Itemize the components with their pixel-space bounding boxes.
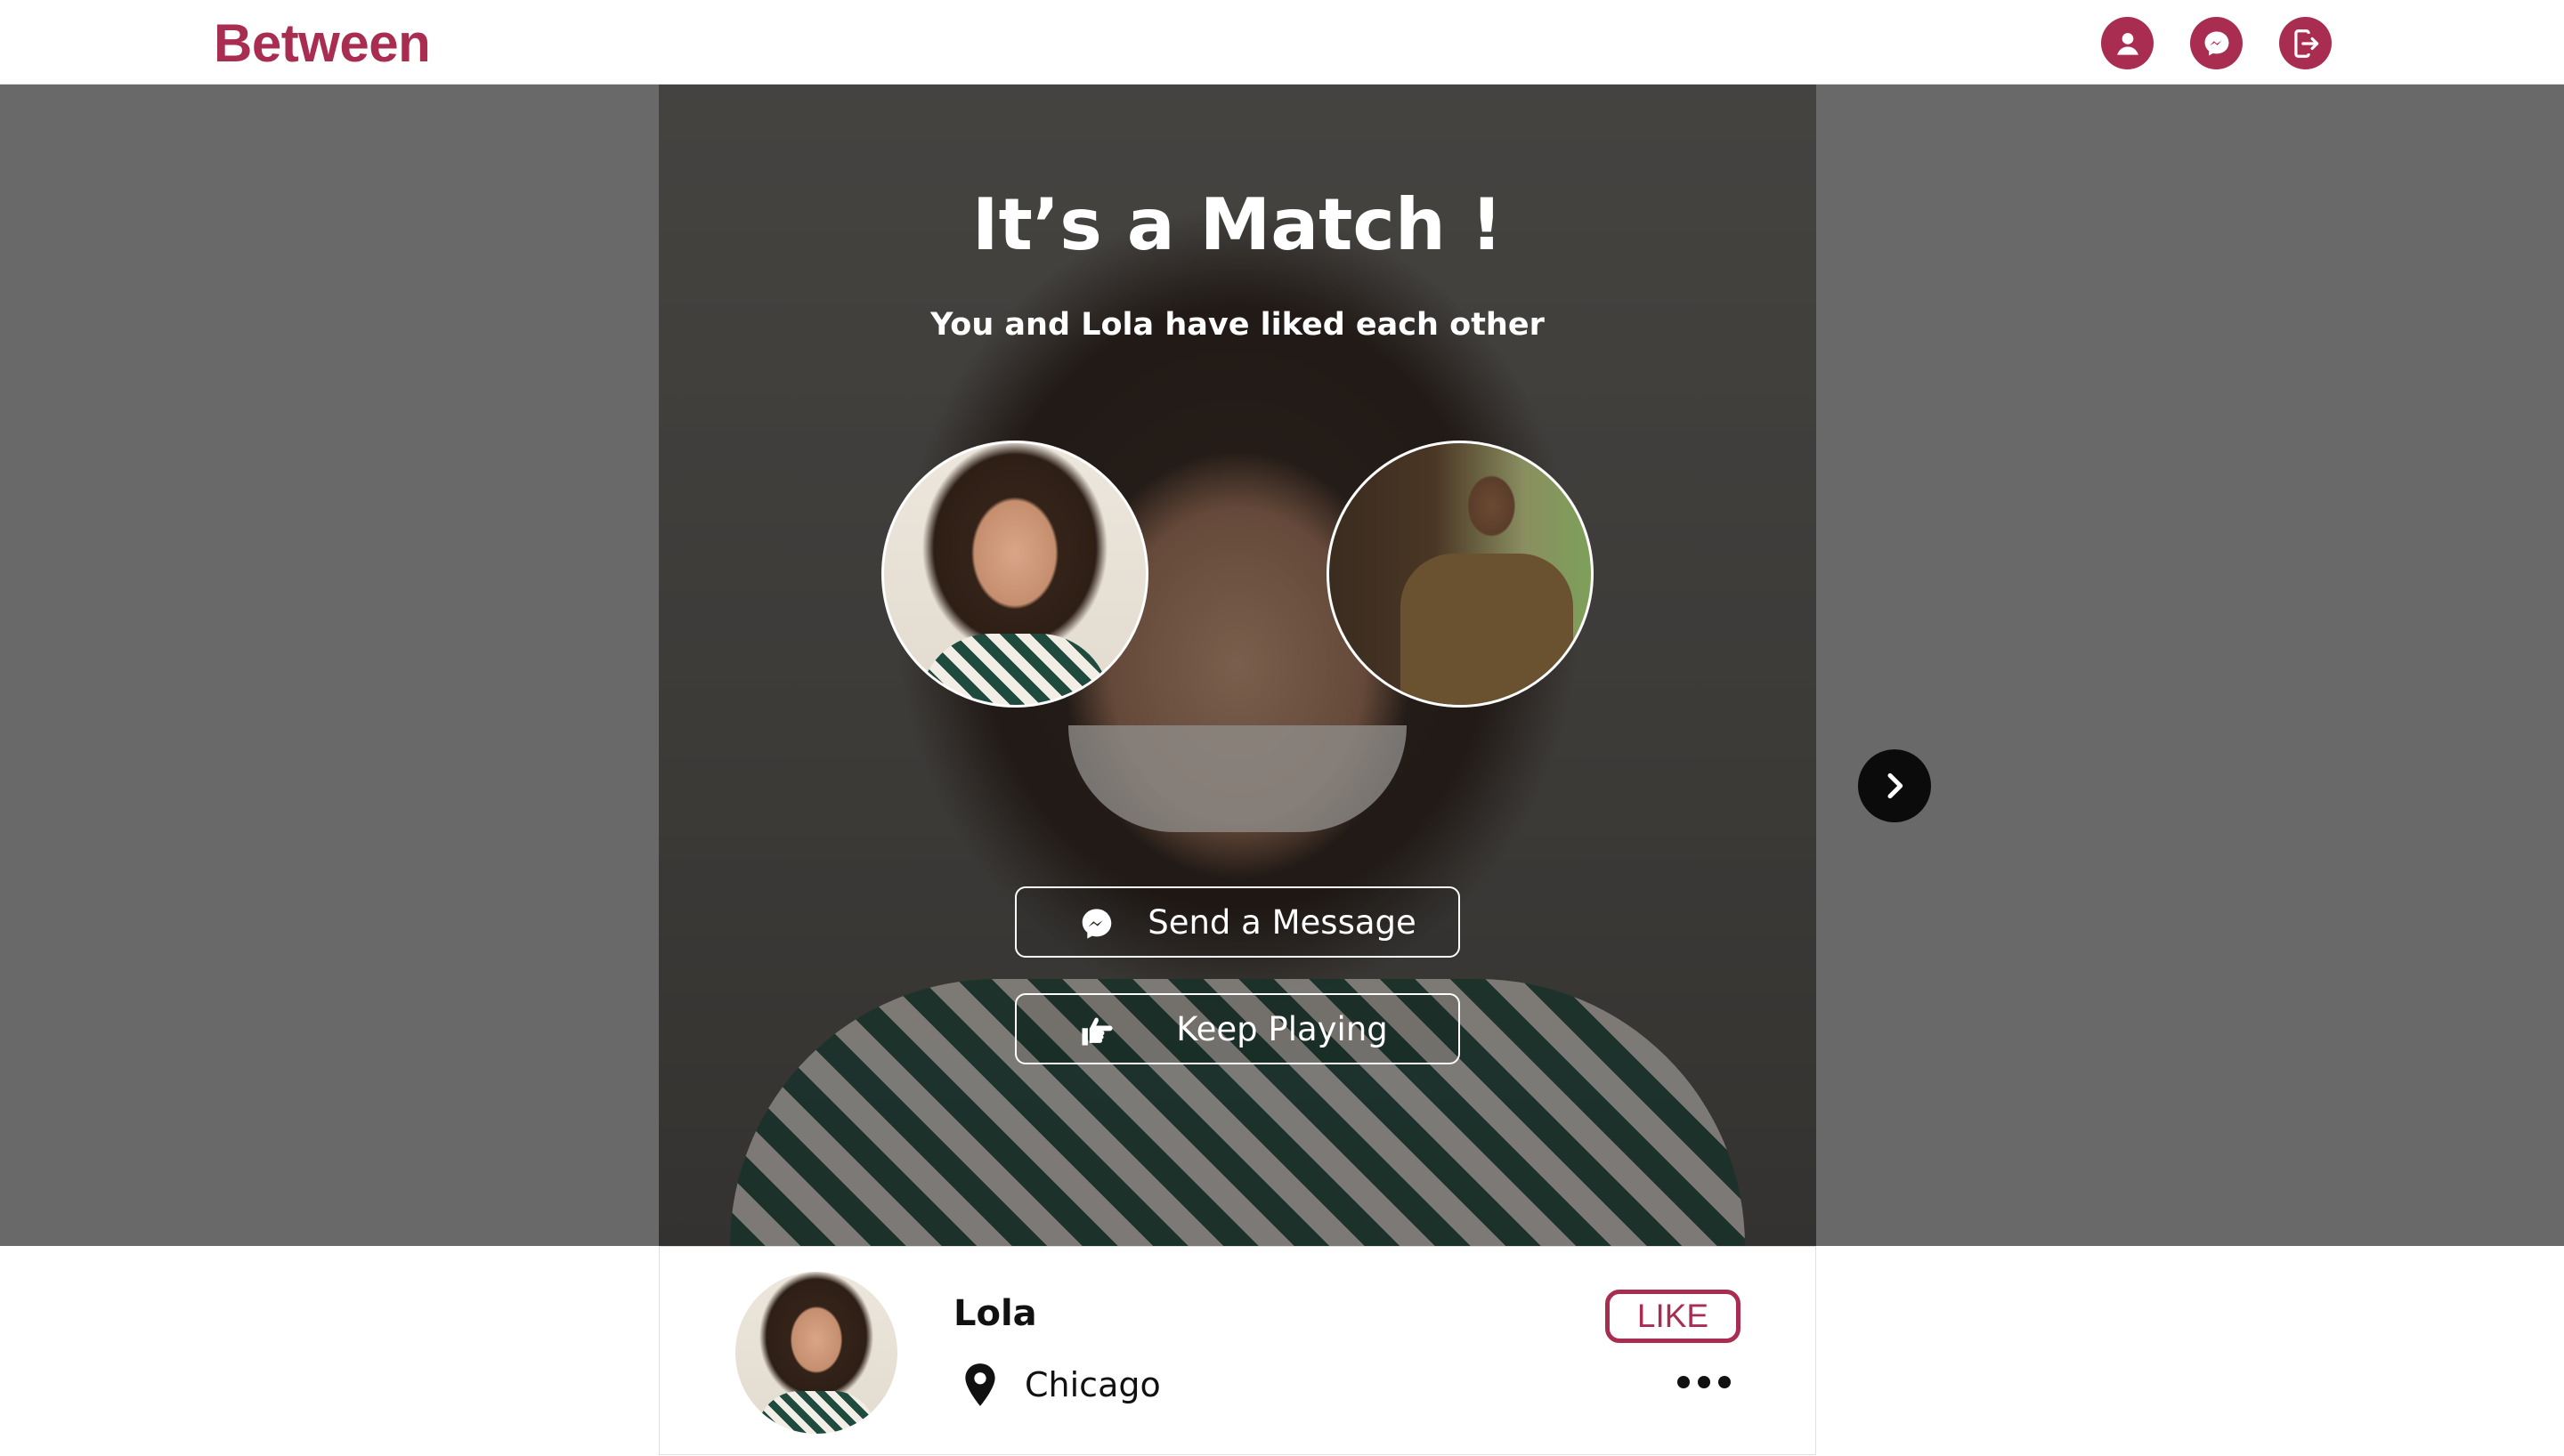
logout-button[interactable]	[2279, 17, 2332, 69]
messages-button[interactable]	[2190, 17, 2243, 69]
more-horizontal-icon	[1677, 1376, 1690, 1388]
chevron-right-icon	[1887, 772, 1903, 799]
profile-location: Chicago	[1025, 1365, 1161, 1404]
top-navbar: Between	[0, 0, 2564, 85]
user-icon	[2116, 32, 2138, 55]
profile-name: Lola	[953, 1293, 1037, 1334]
match-avatar-user	[1327, 441, 1594, 708]
profile-info-card: Lola Chicago LIKE	[659, 1246, 1816, 1455]
logout-icon	[2293, 28, 2318, 58]
keep-playing-label: Keep Playing	[1176, 1009, 1388, 1048]
match-avatar-lola	[881, 441, 1148, 708]
profile-photo-card: It’s a Match ! You and Lola have liked e…	[659, 85, 1816, 1246]
next-profile-button[interactable]	[1858, 749, 1931, 822]
messenger-icon	[2204, 31, 2228, 55]
hand-pointing-icon	[1082, 1017, 1113, 1046]
keep-playing-button[interactable]: Keep Playing	[1015, 993, 1460, 1064]
like-button[interactable]: LIKE	[1605, 1290, 1740, 1343]
map-pin-icon	[965, 1363, 995, 1406]
match-subtitle: You and Lola have liked each other	[930, 307, 1545, 343]
profile-avatar[interactable]	[735, 1272, 897, 1434]
send-message-label: Send a Message	[1148, 902, 1416, 942]
match-title: It’s a Match !	[971, 183, 1504, 266]
app-logo[interactable]: Between	[214, 9, 431, 78]
more-options-button[interactable]	[1677, 1371, 1731, 1393]
messenger-icon	[1082, 909, 1112, 939]
send-message-button[interactable]: Send a Message	[1015, 886, 1460, 958]
profile-button[interactable]	[2101, 17, 2154, 69]
